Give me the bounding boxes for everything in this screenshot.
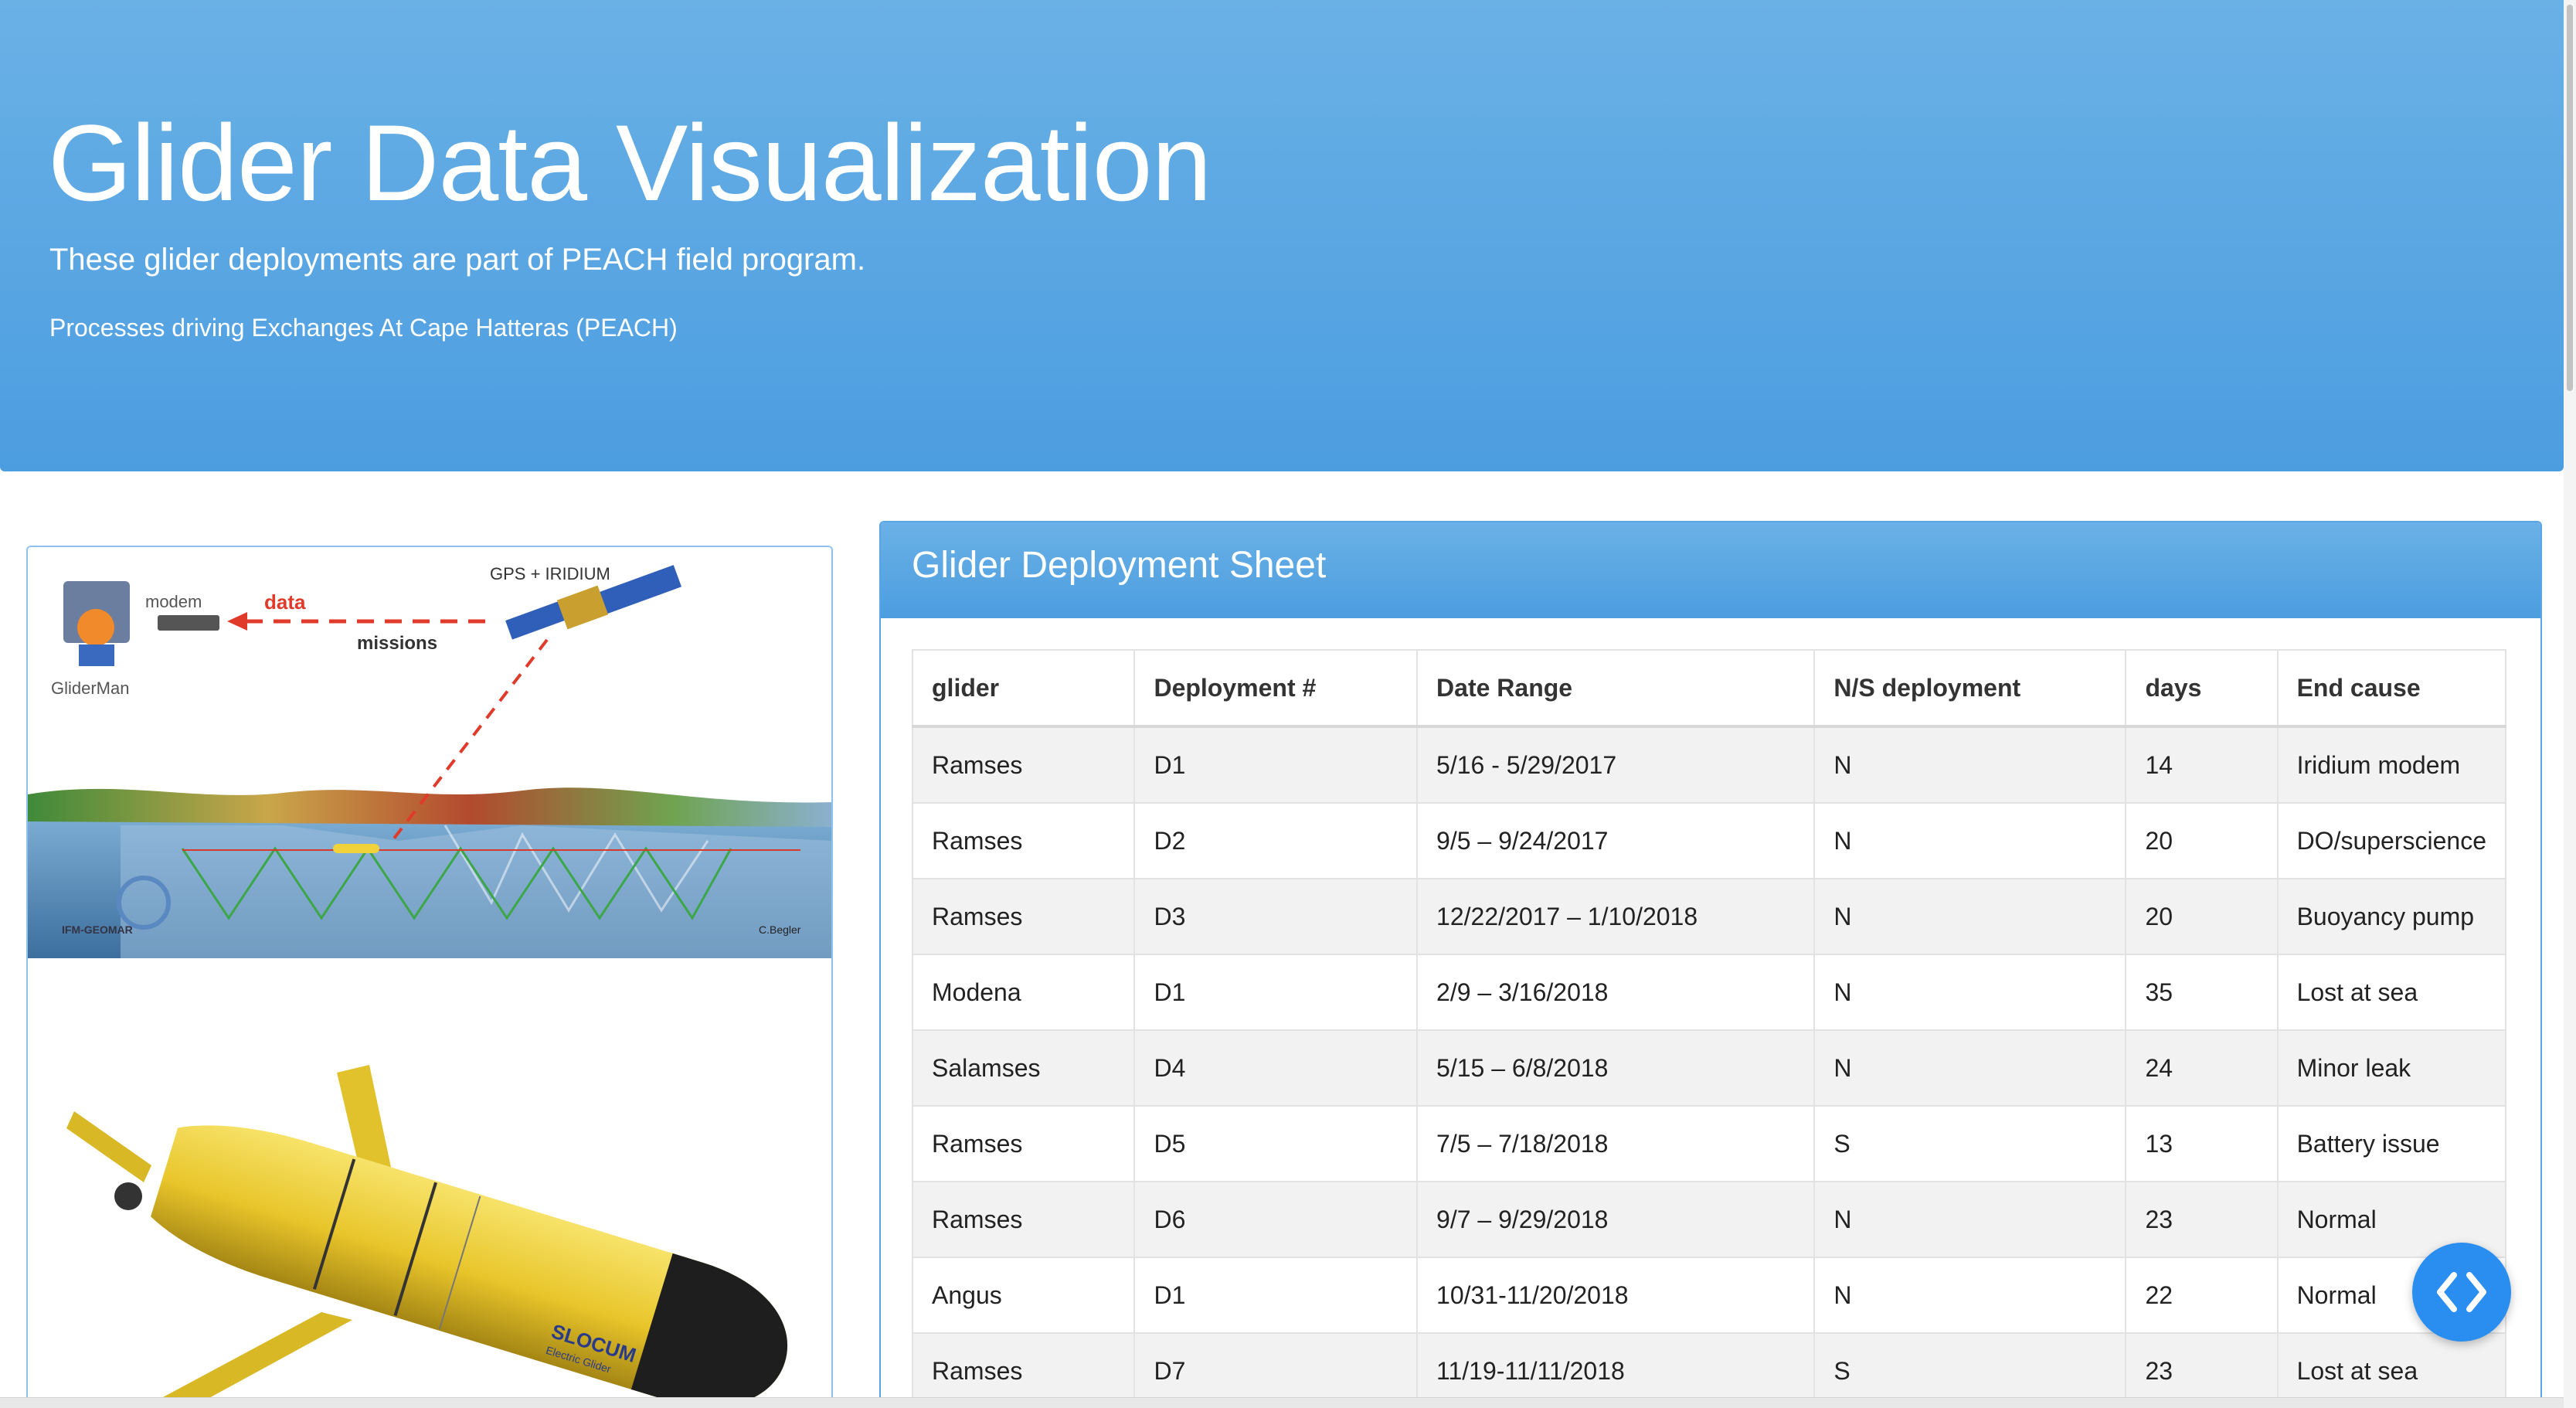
vertical-scrollbar-thumb[interactable] — [2567, 5, 2573, 391]
column-header-end-cause: End cause — [2276, 649, 2507, 728]
logo-label: IFM-GEOMAR — [62, 923, 133, 936]
credit-label: C.Begler — [759, 923, 801, 936]
column-header-days: days — [2125, 649, 2279, 728]
table-row: Angus D1 10/31-11/20/2018 N 22 Normal — [911, 1257, 2507, 1334]
cell-deployment: D1 — [1133, 1257, 1419, 1334]
cell-deployment: D6 — [1133, 1181, 1419, 1258]
code-icon — [2437, 1272, 2486, 1312]
horizontal-scrollbar[interactable] — [0, 1397, 2564, 1408]
column-header-date-range: Date Range — [1416, 649, 1816, 728]
cell-ns-deployment: N — [1813, 1257, 2127, 1334]
cell-ns-deployment: S — [1813, 1105, 2127, 1182]
column-header-ns-deployment: N/S deployment — [1813, 649, 2127, 728]
code-toggle-button[interactable] — [2412, 1243, 2511, 1342]
program-note: Processes driving Exchanges At Cape Hatt… — [49, 314, 678, 342]
cell-date-range: 7/5 – 7/18/2018 — [1416, 1105, 1816, 1182]
table-header-row: glider Deployment # Date Range N/S deplo… — [911, 649, 2507, 728]
vertical-scrollbar[interactable] — [2564, 0, 2576, 1408]
cell-glider: Ramses — [911, 726, 1136, 804]
deployment-sheet-panel: Glider Deployment Sheet glider Deploymen… — [879, 521, 2542, 1408]
station-label: GliderMan — [51, 678, 129, 698]
cell-end-cause: DO/superscience — [2276, 802, 2507, 879]
cell-end-cause: Lost at sea — [2276, 954, 2507, 1031]
table-row: Salamses D4 5/15 – 6/8/2018 N 24 Minor leak — [911, 1029, 2507, 1107]
cell-end-cause: Battery issue — [2276, 1105, 2507, 1182]
cell-date-range: 9/5 – 9/24/2017 — [1416, 802, 1816, 879]
cell-ns-deployment: N — [1813, 1181, 2127, 1258]
panel-title: Glider Deployment Sheet — [912, 545, 1327, 586]
cell-end-cause: Iridium modem — [2276, 726, 2507, 804]
slocum-glider-photo: SLOCUM Electric Glider — [66, 1065, 788, 1408]
page-title: Glider Data Visualization — [48, 102, 1212, 223]
cell-deployment: D5 — [1133, 1105, 1419, 1182]
table-row: Ramses D3 12/22/2017 – 1/10/2018 N 20 Buoyanc… — [911, 878, 2507, 955]
page: Glider Data Visualization These glider d… — [0, 0, 2576, 1408]
hero-header: Glider Data Visualization These glider d… — [0, 0, 2564, 471]
cell-deployment: D1 — [1133, 726, 1419, 804]
cell-days: 20 — [2125, 878, 2279, 955]
modem-label: modem — [145, 592, 202, 611]
cell-ns-deployment: N — [1813, 878, 2127, 955]
cell-glider: Ramses — [911, 1181, 1136, 1258]
table-row: Ramses D1 5/16 - 5/29/2017 N 14 Iridium modem — [911, 726, 2507, 804]
column-header-deployment: Deployment # — [1133, 649, 1419, 728]
cell-date-range: 9/7 – 9/29/2018 — [1416, 1181, 1816, 1258]
cell-ns-deployment: N — [1813, 726, 2127, 804]
cell-glider: Ramses — [911, 802, 1136, 879]
small-glider-icon — [333, 844, 379, 853]
column-header-glider: glider — [911, 649, 1136, 728]
cell-deployment: D3 — [1133, 878, 1419, 955]
cell-deployment: D1 — [1133, 954, 1419, 1031]
cell-ns-deployment: N — [1813, 802, 2127, 879]
cell-days: 35 — [2125, 954, 2279, 1031]
cell-glider: Ramses — [911, 1105, 1136, 1182]
missions-arrow-label: missions — [357, 633, 437, 654]
cell-deployment: D4 — [1133, 1029, 1419, 1107]
data-arrow-label: data — [264, 590, 306, 614]
deployment-table: glider Deployment # Date Range N/S deplo… — [911, 649, 2507, 1408]
cell-end-cause: Buoyancy pump — [2276, 878, 2507, 955]
cell-date-range: 5/15 – 6/8/2018 — [1416, 1029, 1816, 1107]
cell-days: 13 — [2125, 1105, 2279, 1182]
cell-date-range: 12/22/2017 – 1/10/2018 — [1416, 878, 1816, 955]
modem-icon — [158, 615, 219, 631]
cell-days: 22 — [2125, 1257, 2279, 1334]
image-card: GPS + IRIDIUM data missions modem Glider… — [26, 546, 833, 1408]
panel-header: Glider Deployment Sheet — [881, 522, 2540, 618]
table-row: Ramses D6 9/7 – 9/29/2018 N 23 Normal — [911, 1181, 2507, 1258]
table-row: Ramses D5 7/5 – 7/18/2018 S 13 Battery issue — [911, 1105, 2507, 1182]
cell-days: 23 — [2125, 1181, 2279, 1258]
cell-glider: Salamses — [911, 1029, 1136, 1107]
cell-date-range: 2/9 – 3/16/2018 — [1416, 954, 1816, 1031]
cell-date-range: 10/31-11/20/2018 — [1416, 1257, 1816, 1334]
glider-operations-diagram: GPS + IRIDIUM data missions modem Glider… — [28, 547, 831, 958]
cell-days: 20 — [2125, 802, 2279, 879]
satellite-label: GPS + IRIDIUM — [490, 564, 610, 583]
cell-glider: Modena — [911, 954, 1136, 1031]
cell-deployment: D2 — [1133, 802, 1419, 879]
cell-date-range: 5/16 - 5/29/2017 — [1416, 726, 1816, 804]
cell-glider: Ramses — [911, 878, 1136, 955]
thruster-icon — [114, 1182, 142, 1210]
cell-days: 24 — [2125, 1029, 2279, 1107]
cell-ns-deployment: N — [1813, 1029, 2127, 1107]
cell-end-cause: Minor leak — [2276, 1029, 2507, 1107]
table-row: Ramses D2 9/5 – 9/24/2017 N 20 DO/superscienc… — [911, 802, 2507, 879]
cell-ns-deployment: N — [1813, 954, 2127, 1031]
table-row: Modena D1 2/9 – 3/16/2018 N 35 Lost at sea — [911, 954, 2507, 1031]
cell-days: 14 — [2125, 726, 2279, 804]
table-body: Ramses D1 5/16 - 5/29/2017 N 14 Iridium modem… — [911, 726, 2507, 1408]
cell-glider: Angus — [911, 1257, 1136, 1334]
page-subtitle: These glider deployments are part of PEA… — [49, 243, 866, 277]
